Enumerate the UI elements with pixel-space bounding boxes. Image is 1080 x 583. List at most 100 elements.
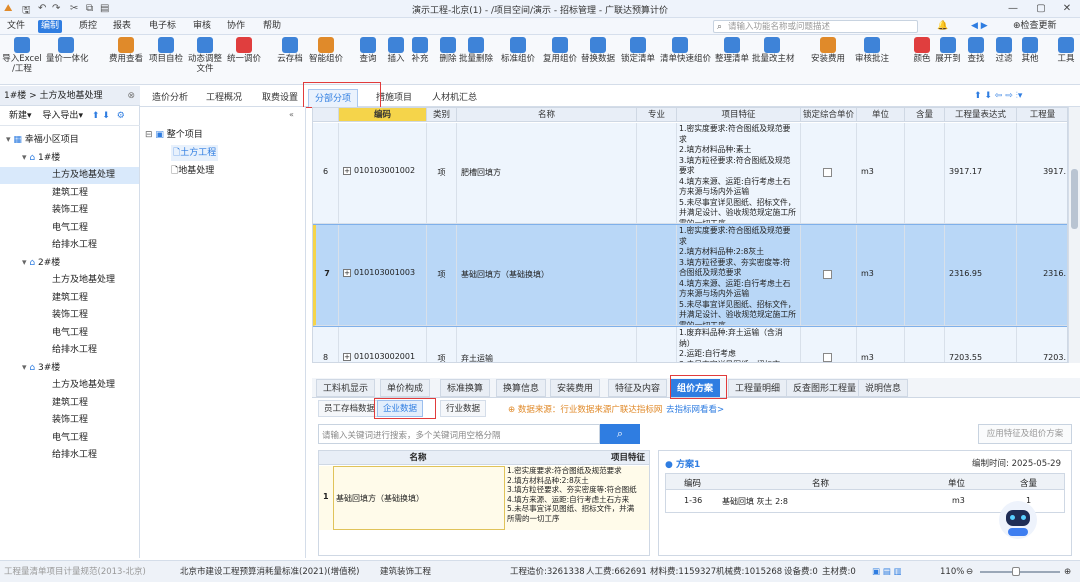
tree-unit[interactable]: 给排水工程 [52,237,97,254]
tree-unit[interactable]: 建筑工程 [52,185,88,202]
ribbon-button-14[interactable]: 复用组价 [540,37,580,64]
row-content[interactable] [905,123,945,224]
minimize-icon[interactable]: — [1006,2,1020,15]
col-header-3[interactable]: 专业 [637,108,677,122]
detail-tab-2[interactable]: 标准换算 [440,379,491,397]
view-mode-icon[interactable]: ▣ ▤ ▥ [872,561,902,583]
tree-unit[interactable]: 土方及地基处理 [52,377,115,394]
zoom-in-icon[interactable]: ⊕ [1064,561,1071,583]
zoom-slider-handle[interactable] [1012,567,1020,576]
move-up-icon[interactable]: ⬆ [92,111,100,121]
row-type[interactable]: 项 [427,225,457,326]
lock-price-checkbox[interactable] [823,270,832,279]
row-feature[interactable]: 1.废弃料品种:弃土运输（含消纳） 2.运距:自行考虑 3.未尽事宜详见图纸、招… [677,327,801,362]
col-header-8[interactable]: 工程量表达式 [945,108,1017,122]
tab-1[interactable]: 工程概况 [200,89,248,107]
collapse-panel-icon[interactable]: « [289,110,294,119]
ribbon-button-2[interactable]: 费用查看 [106,37,146,64]
detail-tab-6[interactable]: 组价方案 [670,379,721,397]
row-quantity[interactable]: 3917. [1017,123,1067,224]
tree-item-foundation[interactable]: 🗋地基处理 [171,163,214,179]
detail-tab-8[interactable]: 反查图形工程量 [786,379,864,397]
ribbon-button-5[interactable]: 统一调价 [224,37,264,64]
assistant-robot-icon[interactable] [999,501,1037,539]
ribbon-button-17[interactable]: 清单快速组价 [660,37,711,64]
ribbon-button-16[interactable]: 锁定清单 [618,37,658,64]
ribbon-button-12[interactable]: 批量删除 [456,37,496,64]
row-unit[interactable]: m3 [857,123,905,224]
detail-tab-4[interactable]: 安装费用 [550,379,601,397]
zoom-out-icon[interactable]: ⊖ [966,561,973,583]
scheme-search-button[interactable]: ⌕ [600,424,640,444]
tree-unit[interactable]: 装饰工程 [52,202,88,219]
row-code[interactable]: +010103002001 [339,327,427,362]
menu-edit[interactable]: 编制 [38,20,63,33]
row-discipline[interactable] [637,123,677,224]
data-source-tab-1[interactable]: 企业数据 [377,400,424,417]
ribbon-button-6[interactable]: 云存档 [270,37,310,64]
expand-icon[interactable]: + [343,268,351,277]
ribbon-button-18[interactable]: 整理清单 [712,37,752,64]
menu-ebid[interactable]: 电子标 [146,20,179,33]
table-row[interactable]: 1 基础回填方（基础换填） 1.密实度要求:符合图纸及规范要求 2.填方材料品种… [319,466,649,530]
tree-unit[interactable]: 土方及地基处理 [52,272,115,289]
ribbon-button-13[interactable]: 标准组价 [498,37,538,64]
maximize-icon[interactable]: ▢ [1034,2,1048,15]
tab-4[interactable]: 措施项目 [370,89,418,107]
row-discipline[interactable] [637,225,677,326]
tree-building[interactable]: ▾ ⌂ 3#楼 [22,360,60,377]
row-content[interactable] [905,225,945,326]
ribbon-button-21[interactable]: 审核批注 [852,37,892,64]
tree-unit[interactable]: 建筑工程 [52,395,88,412]
tab-3[interactable]: 分部分项 [308,89,359,107]
tree-unit[interactable]: 给排水工程 [52,342,97,359]
row-expression[interactable]: 2316.95 [945,225,1017,326]
row-expression[interactable]: 3917.17 [945,123,1017,224]
tree-unit[interactable]: 给排水工程 [52,447,97,464]
row-content[interactable] [905,327,945,362]
detail-tab-3[interactable]: 换算信息 [496,379,547,397]
tree-root[interactable]: ⊟ ▣ 整个项目 [145,127,203,140]
tree-building[interactable]: ▾ ⌂ 1#楼 [22,150,60,167]
table-row[interactable]: 6 +010103001002 项 肥槽回填方 1.密实度要求:符合图纸及规范要求 2.… [313,123,1067,224]
scroll-thumb[interactable] [1071,169,1078,229]
lock-price-checkbox[interactable] [823,168,832,177]
tree-item-earthwork[interactable]: 🗋土方工程 [171,145,219,161]
row-lock-price[interactable] [801,327,857,362]
detail-tab-5[interactable]: 特征及内容 [608,379,668,397]
col-header-9[interactable]: 工程量 [1017,108,1067,122]
col-header-7[interactable]: 含量 [905,108,945,122]
row-unit[interactable]: m3 [857,225,905,326]
menu-review[interactable]: 审核 [190,20,214,33]
tab-5[interactable]: 人材机汇总 [426,89,483,107]
close-icon[interactable]: ✕ [1060,2,1074,15]
col-header-6[interactable]: 单位 [857,108,905,122]
ribbon-button-3[interactable]: 项目自检 [146,37,186,64]
expand-icon[interactable]: + [343,166,351,175]
detail-tab-9[interactable]: 说明信息 [858,379,909,397]
row-expression[interactable]: 7203.55 [945,327,1017,362]
row-number[interactable]: 8 [313,327,339,362]
col-header-5[interactable]: 锁定综合单价 [801,108,857,122]
row-unit[interactable]: m3 [857,327,905,362]
tree-unit[interactable]: 土方及地基处理 [0,167,139,184]
scheme-search-input[interactable]: 请输入关键词进行搜索，多个关键词用空格分隔 [318,424,600,444]
lock-price-checkbox[interactable] [823,353,832,362]
row-quantity[interactable]: 2316. [1017,225,1067,326]
expand-icon[interactable]: + [343,352,351,361]
new-button[interactable]: 新建▾ [9,111,32,121]
indicator-site-link[interactable]: 去指标网看看> [666,403,724,415]
table-row[interactable]: 8 +010103002001 项 弃土运输 1.废弃料品种:弃土运输（含消纳） 2.运… [313,327,1067,362]
menu-help[interactable]: 帮助 [260,20,284,33]
detail-tab-0[interactable]: 工料机显示 [316,379,376,397]
row-number[interactable]: 7 [313,225,339,326]
tree-unit[interactable]: 装饰工程 [52,307,88,324]
row-number[interactable]: 6 [313,123,339,224]
import-export-button[interactable]: 导入导出▾ [42,111,83,121]
tree-unit[interactable]: 装饰工程 [52,412,88,429]
row-code[interactable]: +010103001003 [339,225,427,326]
data-source-tab-2[interactable]: 行业数据 [440,400,487,417]
menu-quality[interactable]: 质控 [76,20,100,33]
row-code[interactable]: +010103001002 [339,123,427,224]
detail-tab-7[interactable]: 工程量明细 [728,379,788,397]
